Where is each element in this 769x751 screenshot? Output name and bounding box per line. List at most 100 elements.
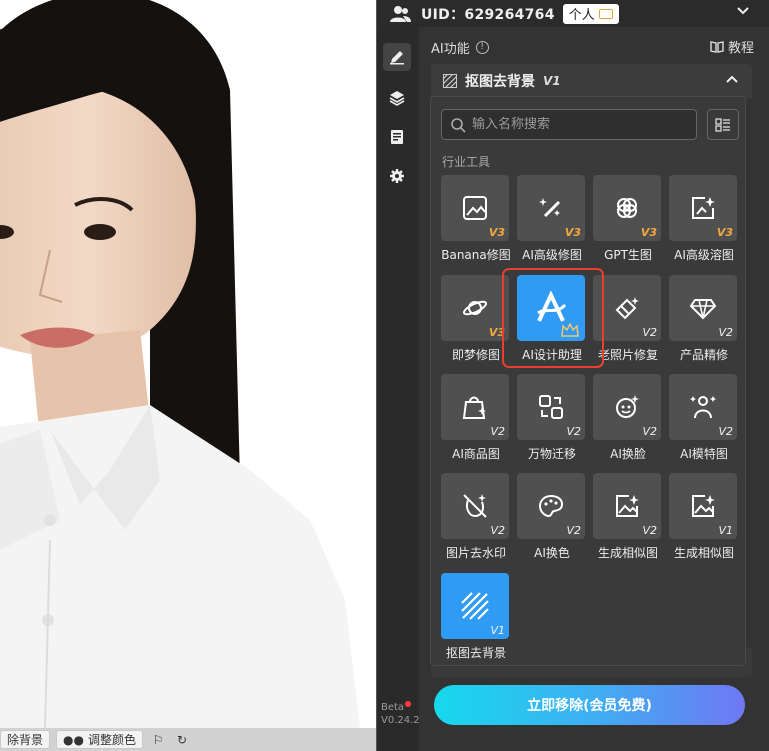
image-sparkle-icon	[692, 495, 715, 517]
stripes-icon	[443, 74, 457, 88]
tutorial-link[interactable]: 教程	[710, 37, 754, 56]
tool-tile-box: V1	[441, 573, 509, 639]
side-nav: Beta V0.24.2	[377, 27, 420, 751]
tool-label: Banana修图	[441, 248, 511, 262]
tool-version: V3	[716, 226, 733, 239]
tool-search-input[interactable]	[472, 117, 672, 132]
tool-tile-box: V3	[517, 175, 585, 241]
document-icon	[391, 130, 403, 144]
tool-tile-ai-model-image[interactable]: V2 AI模特图	[669, 374, 745, 466]
tool-tile-object-transfer[interactable]: V2 万物迁移	[517, 374, 593, 466]
eraser-sparkle-icon	[615, 297, 639, 320]
remove-now-button[interactable]: 立即移除(会员免费)	[434, 685, 745, 725]
adjust-color-button[interactable]: ●● 调整颜色	[56, 730, 143, 749]
tool-label: 图片去水印	[445, 546, 506, 560]
tool-tile-box: V3	[669, 175, 737, 241]
user-id: UID：629264764	[421, 6, 555, 23]
chevron-down-icon[interactable]	[736, 4, 750, 18]
update-dot	[405, 701, 412, 707]
tool-search-box[interactable]	[441, 109, 697, 140]
tool-version: V2	[718, 326, 733, 339]
tool-label: 万物迁移	[527, 447, 576, 461]
no-watermark-icon	[463, 494, 487, 518]
tool-version: V2	[566, 524, 581, 537]
tool-tile-box: V2	[669, 275, 737, 341]
tool-select-dropdown[interactable]: 抠图去背景 V1	[431, 64, 752, 98]
tool-version: V1	[718, 524, 733, 537]
palette-icon	[538, 494, 564, 518]
list-view-toggle[interactable]	[707, 109, 739, 140]
photo-canvas[interactable]: 除背景 ●● 调整颜色 ⚐ ↻	[0, 0, 378, 751]
canvas-bottom-toolbar: 除背景 ●● 调整颜色 ⚐ ↻	[0, 728, 378, 751]
tool-label: AI商品图	[452, 447, 500, 461]
nav-edit[interactable]	[383, 43, 411, 71]
layers-icon	[389, 91, 405, 106]
tool-label: 生成相似图	[597, 546, 658, 560]
tool-tile-similar-image-v1[interactable]: V1 生成相似图	[669, 473, 745, 565]
tool-tile-ai-advanced-retouch[interactable]: V3 AI高级修图	[517, 175, 593, 267]
tool-tile-ai-advanced-blend[interactable]: V3 AI高级溶图	[669, 175, 745, 267]
tool-tile-old-photo-restore[interactable]: V2 老照片修复	[593, 275, 669, 367]
tool-label: AI换色	[534, 546, 570, 560]
tool-label: 产品精修	[679, 348, 728, 362]
tool-tile-remove-background[interactable]: V1 抠图去背景	[441, 573, 517, 665]
tool-tile-watermark-remove[interactable]: V2 图片去水印	[441, 473, 517, 565]
tool-tile-gpt-generate[interactable]: V3 GPT生图	[593, 175, 669, 267]
tool-tile-ai-recolor[interactable]: V2 AI换色	[517, 473, 593, 565]
tool-tile-product-retouch[interactable]: V2 产品精修	[669, 275, 745, 367]
remove-background-button[interactable]: 除背景	[0, 730, 51, 749]
tool-version: V2	[642, 524, 657, 537]
tool-tile-box: V2	[517, 374, 585, 440]
tool-tile-box: V3	[593, 175, 661, 241]
image-sparkle-icon	[692, 197, 715, 219]
adjust-color-label: 调整颜色	[87, 733, 136, 747]
tool-tile-box: V1	[669, 473, 737, 539]
nav-history[interactable]	[383, 123, 411, 151]
tool-tile-similar-image-v2[interactable]: V2 生成相似图	[593, 473, 669, 565]
nav-settings[interactable]	[383, 162, 411, 190]
tool-tile-ai-product-image[interactable]: V2 AI商品图	[441, 374, 517, 466]
category-heading: 行业工具	[442, 155, 491, 169]
user-bar[interactable]: UID：629264764 个人	[377, 0, 769, 27]
tool-version: V3	[640, 226, 657, 239]
shopping-bag-icon	[462, 396, 486, 419]
tool-tile-ai-face-swap[interactable]: V2 AI换脸	[593, 374, 669, 466]
info-icon[interactable]: !	[475, 40, 489, 54]
tool-tile-box: V2	[441, 473, 509, 539]
tool-tile-banana[interactable]: V3 Banana修图	[441, 175, 517, 267]
tool-version: V3	[564, 226, 581, 239]
tool-label: AI模特图	[680, 447, 728, 461]
users-icon	[390, 5, 411, 22]
tool-label: 抠图去背景	[445, 646, 506, 660]
tool-dropdown-popup: 行业工具 V3 Banana修图 V3 AI高级修图 V3 GPT生图 V3 A…	[430, 96, 746, 666]
tool-label: AI高级修图	[522, 248, 582, 262]
flag-icon[interactable]: ⚐	[149, 730, 167, 749]
vip-icon	[598, 8, 613, 19]
tool-label: AI换脸	[610, 447, 646, 461]
magic-wand-icon	[539, 198, 561, 218]
list-icon	[715, 117, 730, 132]
tool-tile-box: V2	[669, 374, 737, 440]
tool-version: V1	[490, 624, 505, 637]
rotate-icon[interactable]: ↻	[173, 730, 191, 749]
remove-now-label: 立即移除(会员免费)	[527, 698, 652, 714]
diamond-icon	[689, 299, 717, 320]
tool-tile-box: V3	[441, 275, 509, 341]
nav-layers[interactable]	[383, 84, 411, 112]
account-type-label: 个人	[568, 8, 595, 23]
tool-tile-box: V2	[593, 473, 661, 539]
tool-tile-box: V2	[593, 374, 661, 440]
image-edit-icon	[463, 196, 487, 220]
tool-version: V2	[566, 425, 581, 438]
tool-tile-box: V2	[517, 473, 585, 539]
chevron-up-icon[interactable]	[724, 71, 740, 87]
image-sparkle-icon	[616, 495, 639, 517]
gpt-knot-icon	[617, 198, 637, 218]
account-type-badge: 个人	[562, 3, 619, 24]
tool-version: V2	[718, 425, 733, 438]
tool-version: V2	[490, 524, 505, 537]
selected-tool-version: V1	[543, 74, 561, 88]
tool-tile-box: V3	[441, 175, 509, 241]
tool-tile-box: V2	[441, 374, 509, 440]
transfer-icon	[539, 395, 563, 419]
